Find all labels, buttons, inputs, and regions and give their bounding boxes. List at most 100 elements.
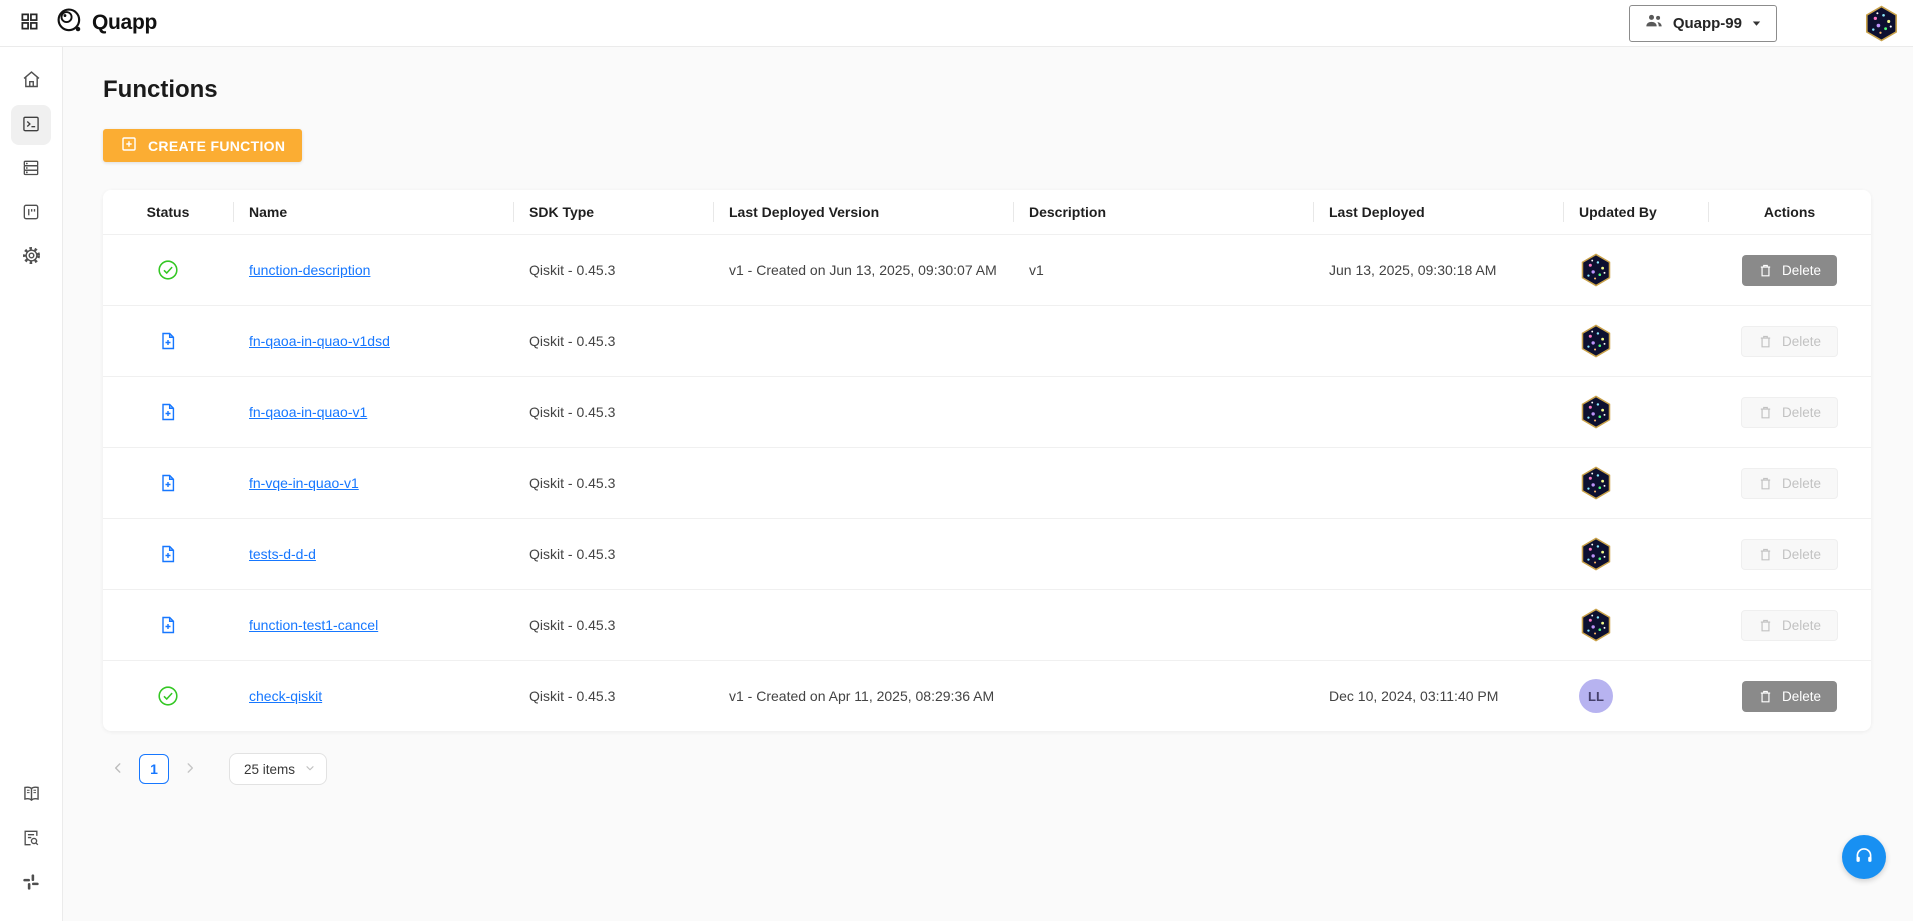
stack-icon: [21, 158, 41, 181]
trash-icon: [1758, 405, 1773, 420]
delete-button: Delete: [1741, 610, 1838, 641]
updated-by-initials-avatar: LL: [1579, 679, 1613, 713]
table-row: fn-qaoa-in-quao-v1 Qiskit - 0.45.3: [103, 376, 1871, 447]
page-title: Functions: [103, 75, 1873, 105]
headset-icon: [1853, 845, 1875, 870]
home-icon: [21, 69, 42, 93]
team-label: Quapp-99: [1673, 15, 1742, 32]
create-function-button[interactable]: CREATE FUNCTION: [103, 129, 302, 162]
sdk-type-value: Qiskit - 0.45.3: [513, 404, 713, 420]
delete-button: Delete: [1741, 468, 1838, 499]
table-row: check-qiskit Qiskit - 0.45.3 v1 - Create…: [103, 660, 1871, 731]
trash-icon: [1758, 689, 1773, 704]
sidebar-item-home[interactable]: [11, 61, 51, 101]
apps-grid-icon: [20, 12, 39, 34]
table-row: fn-qaoa-in-quao-v1dsd Qiskit - 0.45.3: [103, 305, 1871, 376]
delete-button[interactable]: Delete: [1742, 255, 1837, 286]
sidebar-item-resources[interactable]: [11, 149, 51, 189]
updated-by-avatar: [1579, 466, 1613, 500]
function-name-link[interactable]: fn-qaoa-in-quao-v1dsd: [249, 333, 390, 349]
sidebar-item-slack[interactable]: [11, 863, 51, 903]
trash-icon: [1758, 476, 1773, 491]
trash-icon: [1758, 618, 1773, 633]
sidebar: [0, 47, 63, 921]
terminal-icon: [21, 114, 41, 137]
chevron-down-icon: [304, 762, 316, 777]
delete-button: Delete: [1741, 539, 1838, 570]
last-deployed-version-value: v1 - Created on Jun 13, 2025, 09:30:07 A…: [713, 260, 1013, 280]
function-name-link[interactable]: function-test1-cancel: [249, 617, 378, 633]
delete-label: Delete: [1782, 405, 1821, 420]
updated-by-avatar: [1579, 395, 1613, 429]
page-size-select[interactable]: 25 items: [229, 753, 327, 785]
chevron-right-icon: [183, 761, 197, 778]
updated-by-avatar: [1579, 608, 1613, 642]
caret-down-icon: [1751, 18, 1762, 29]
sidebar-item-functions[interactable]: [11, 105, 51, 145]
table-row: function-description Qiskit - 0.45.3 v1 …: [103, 234, 1871, 305]
table-body: function-description Qiskit - 0.45.3 v1 …: [103, 234, 1871, 731]
status-draft-file-icon: [158, 473, 178, 493]
updated-by-avatar: [1579, 324, 1613, 358]
sidebar-item-docs[interactable]: [11, 775, 51, 815]
page-size-label: 25 items: [244, 762, 295, 777]
status-active-icon: [157, 259, 179, 281]
board-icon: [21, 202, 41, 225]
delete-label: Delete: [1782, 618, 1821, 633]
status-draft-file-icon: [158, 331, 178, 351]
sdk-type-value: Qiskit - 0.45.3: [513, 617, 713, 633]
updated-by-avatar: [1579, 537, 1613, 571]
top-bar: Quapp Quapp-99: [0, 0, 1913, 47]
status-active-icon: [157, 685, 179, 707]
delete-button[interactable]: Delete: [1742, 681, 1837, 712]
support-button[interactable]: [1842, 835, 1886, 879]
quapp-logo-icon: [56, 7, 84, 40]
column-header-actions: Actions: [1708, 190, 1871, 234]
table-row: tests-d-d-d Qiskit - 0.45.3: [103, 518, 1871, 589]
team-icon: [1644, 11, 1664, 35]
function-name-link[interactable]: fn-qaoa-in-quao-v1: [249, 404, 367, 420]
last-deployed-value: Dec 10, 2024, 03:11:40 PM: [1313, 688, 1563, 704]
function-name-link[interactable]: function-description: [249, 262, 370, 278]
sdk-type-value: Qiskit - 0.45.3: [513, 546, 713, 562]
sidebar-item-settings[interactable]: [11, 237, 51, 277]
brand-name: Quapp: [92, 11, 157, 35]
delete-button: Delete: [1741, 326, 1838, 357]
pagination-prev-button[interactable]: [109, 759, 127, 780]
team-selector-button[interactable]: Quapp-99: [1629, 5, 1777, 42]
table-header: StatusNameSDK TypeLast Deployed VersionD…: [103, 190, 1871, 234]
delete-button: Delete: [1741, 397, 1838, 428]
trash-icon: [1758, 334, 1773, 349]
user-avatar[interactable]: [1863, 5, 1900, 42]
column-header-status: Status: [103, 190, 233, 234]
function-name-link[interactable]: fn-vqe-in-quao-v1: [249, 475, 359, 491]
pagination-page-button[interactable]: 1: [139, 754, 169, 784]
book-icon: [21, 783, 42, 807]
last-deployed-version-value: v1 - Created on Apr 11, 2025, 08:29:36 A…: [713, 686, 1013, 706]
pagination-next-button[interactable]: [181, 759, 199, 780]
trash-icon: [1758, 263, 1773, 278]
column-header-sdk-type: SDK Type: [513, 190, 713, 234]
apps-grid-button[interactable]: [12, 6, 46, 40]
sidebar-item-board[interactable]: [11, 193, 51, 233]
column-header-last-deployed: Last Deployed: [1313, 190, 1563, 234]
column-header-updated-by: Updated By: [1563, 190, 1708, 234]
chevron-left-icon: [111, 761, 125, 778]
status-draft-file-icon: [158, 615, 178, 635]
sidebar-item-logs[interactable]: [11, 819, 51, 859]
brand-home-link[interactable]: Quapp: [56, 7, 157, 40]
status-draft-file-icon: [158, 402, 178, 422]
sdk-type-value: Qiskit - 0.45.3: [513, 688, 713, 704]
function-name-link[interactable]: tests-d-d-d: [249, 546, 316, 562]
slack-icon: [21, 872, 41, 895]
main-content: Functions CREATE FUNCTION StatusNameSDK …: [63, 47, 1913, 921]
function-name-link[interactable]: check-qiskit: [249, 688, 322, 704]
delete-label: Delete: [1782, 547, 1821, 562]
trash-icon: [1758, 547, 1773, 562]
column-header-description: Description: [1013, 190, 1313, 234]
create-function-label: CREATE FUNCTION: [148, 138, 285, 154]
delete-label: Delete: [1782, 476, 1821, 491]
column-header-name: Name: [233, 190, 513, 234]
document-search-icon: [21, 828, 41, 851]
sdk-type-value: Qiskit - 0.45.3: [513, 475, 713, 491]
